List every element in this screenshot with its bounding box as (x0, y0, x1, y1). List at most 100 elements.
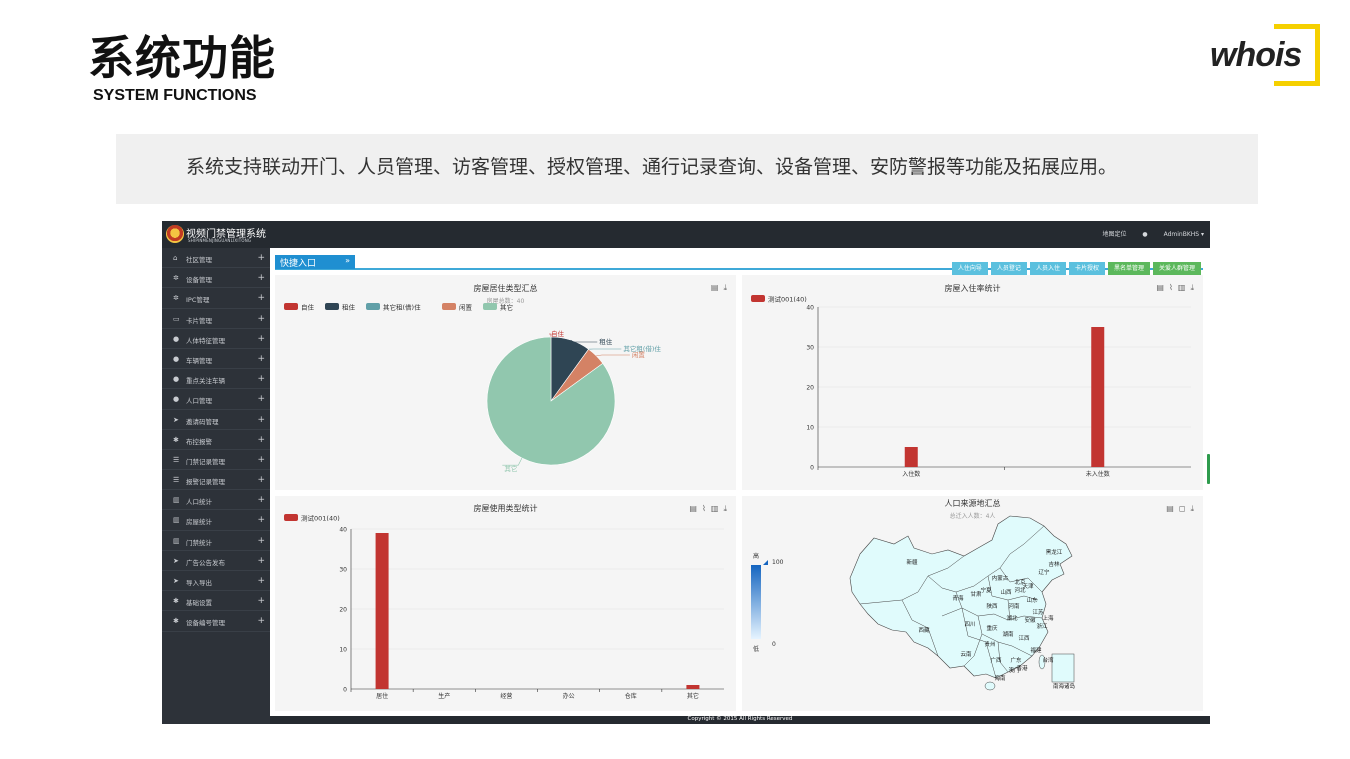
legend-label: 自住 (301, 303, 315, 312)
y-tick-label: 30 (339, 567, 347, 574)
sidebar-item-label: 人口统计 (186, 498, 212, 507)
sidebar-item[interactable]: ● 车辆管理 + (162, 349, 270, 370)
page-subtitle: SYSTEM FUNCTIONS (93, 87, 257, 104)
south-sea-box (1051, 653, 1075, 683)
x-tick-label: 入住数 (902, 470, 920, 478)
header-links: 地图定位 ● AdminBKHS ▾ (1088, 229, 1204, 238)
y-tick-label: 10 (339, 647, 347, 654)
sidebar-item[interactable]: ☰ 报警记录管理 + (162, 470, 270, 491)
y-tick-label: 0 (810, 465, 814, 472)
bar-chart: 测试001(40) 0 10 20 30 40 居住 生产 经营 办公 仓库 其它 (284, 514, 724, 700)
map-region-label: 重庆 (986, 624, 998, 632)
bar (686, 685, 700, 689)
sidebar-item-label: IPC管理 (186, 296, 210, 305)
legend-swatch (325, 303, 339, 310)
map-region-label: 内蒙古 (992, 574, 1009, 582)
quick-button[interactable]: 人员入住 (1029, 262, 1066, 276)
sidebar-item-label: 卡片管理 (186, 316, 212, 325)
sidebar-item[interactable]: ✲ IPC管理 + (162, 288, 270, 309)
visual-map-high-label: 高 (753, 552, 759, 560)
legend-label: 其它租(借)住 (383, 303, 421, 312)
sidebar-item[interactable]: ✱ 布控报警 + (162, 430, 270, 450)
sidebar-item[interactable]: ▥ 人口统计 + (162, 490, 270, 511)
plus-icon: + (257, 353, 265, 364)
map-region-label: 辽宁 (1038, 568, 1050, 576)
legend-label: 其它 (500, 303, 513, 312)
sidebar-item[interactable]: ➤ 邀请码管理 + (162, 410, 270, 430)
legend-label: 测试001(40) (768, 295, 807, 304)
sidebar-item[interactable]: ▥ 房屋统计 + (162, 510, 270, 531)
sidebar-item-label: 报警记录管理 (186, 478, 225, 487)
legend-label: 测试001(40) (301, 514, 340, 523)
map-region-label: 湖北 (1006, 614, 1018, 622)
pie-label: 闲置 (632, 350, 646, 359)
quick-entry-tab[interactable]: 快捷入口 » (275, 255, 355, 269)
gears-icon: ✲ (173, 274, 179, 283)
x-tick-label: 其它 (687, 692, 699, 700)
bar (1091, 327, 1105, 467)
cog-icon: ✱ (173, 617, 179, 626)
pie-chart: 自住 租住 其它租(借)住 闲置 其它自住租住其它租(借)住闲置其它 (284, 303, 661, 473)
sidebar-item[interactable]: ✱ 基础设置 + (162, 591, 270, 612)
map-region-label: 广东 (1010, 656, 1022, 664)
user-menu[interactable]: ● AdminBKHS ▾ (1142, 231, 1204, 238)
chart-icon: ▥ (173, 496, 180, 505)
population-origin-panel: 人口来源地汇总 总迁入人数：4人 ▤◻⤓ 高 100 0 低新疆 西藏 青海 甘肃 内蒙古 黑龙… (742, 496, 1203, 711)
quick-button[interactable]: 人住向导 (951, 262, 988, 276)
sidebar-item[interactable]: ▥ 门禁统计 + (162, 531, 270, 551)
quick-button[interactable]: 关爱人群管理 (1152, 262, 1201, 276)
y-tick-label: 40 (339, 527, 347, 534)
x-tick-label: 生产 (438, 692, 450, 700)
description-text: 系统支持联动开门、人员管理、访客管理、授权管理、通行记录查询、设备管理、安防警报… (186, 156, 1118, 178)
pie-label-line (596, 354, 630, 357)
page-title: 系统功能 (88, 31, 276, 85)
map-region-label: 西藏 (918, 626, 930, 634)
map-location-link[interactable]: 地图定位 (1102, 231, 1126, 238)
house-usage-type-panel: 房屋使用类型统计 ▤⌇▥⤓ 测试001(40) 0 10 20 30 40 居住 生产 经营 办公… (275, 496, 736, 711)
sidebar-item[interactable]: ✲ 设备管理 + (162, 268, 270, 289)
sidebar-item[interactable]: ● 重点关注车辆 + (162, 369, 270, 390)
sidebar-item[interactable]: ➤ 导入导出 + (162, 571, 270, 592)
x-tick-label: 仓库 (625, 692, 637, 700)
sidebar-item[interactable]: ☰ 门禁记录管理 + (162, 450, 270, 471)
plus-icon: + (257, 616, 265, 627)
sidebar-item[interactable]: ● 人体特征管理 + (162, 329, 270, 349)
sidebar-item[interactable]: ● 人口管理 + (162, 389, 270, 410)
sidebar-item[interactable]: ➤ 广告公告发布 + (162, 551, 270, 571)
y-tick-label: 20 (806, 385, 814, 392)
slide: 系统功能 SYSTEM FUNCTIONS whois 系统支持联动开门、人员管… (0, 0, 1350, 759)
sidebar: ⌂ 社区管理 + ✲ 设备管理 + ✲ IPC管理 + ▭ 卡片管理 + ● 人体特征管理 + ● 车辆管理 + ●… (162, 248, 270, 724)
map-region-label: 云南 (960, 650, 972, 658)
quick-button[interactable]: 人员登记 (990, 262, 1027, 276)
user-name: AdminBKHS (1163, 231, 1200, 238)
pie-label: 租住 (599, 337, 613, 346)
quick-button[interactable]: 黑名单管理 (1107, 262, 1150, 276)
legend-swatch (366, 303, 380, 310)
map-region-label: 广西 (990, 656, 1002, 664)
sidebar-item[interactable]: ⌂ 社区管理 + (162, 248, 270, 269)
plus-icon: + (257, 535, 265, 546)
sidebar-item[interactable]: ▭ 卡片管理 + (162, 309, 270, 329)
legend-swatch (483, 303, 497, 310)
plus-icon: + (257, 475, 265, 486)
bar (375, 533, 389, 689)
quick-button[interactable]: 卡片授权 (1068, 262, 1105, 276)
scrollbar[interactable] (1207, 454, 1210, 484)
plus-icon: + (257, 414, 265, 425)
pie-label-line (570, 339, 598, 343)
sidebar-item-label: 导入导出 (186, 579, 212, 587)
copyright-text: Copyright © 2015 All Rights Reserved (687, 716, 793, 722)
plus-icon: + (257, 495, 265, 506)
visual-map-min: 0 (772, 641, 776, 648)
cog-icon: ✱ (173, 597, 179, 606)
quick-entry-label: 快捷入口 (280, 259, 317, 269)
police-emblem-icon (166, 225, 184, 243)
map-region-label: 河北 (1014, 586, 1026, 594)
pie-label-line (502, 457, 523, 466)
occupancy-rate-panel: 房屋入住率统计 ▤⌇▥⤓ 测试001(40) 0 10 20 30 40 入住数 未入住数 (742, 275, 1203, 490)
map-region-label: 福建 (1030, 646, 1042, 654)
visual-map-bar (751, 565, 761, 639)
sidebar-item[interactable]: ✱ 设备编号管理 + (162, 611, 270, 632)
sidebar-item-label: 车辆管理 (186, 356, 212, 365)
plus-icon: + (257, 333, 265, 344)
